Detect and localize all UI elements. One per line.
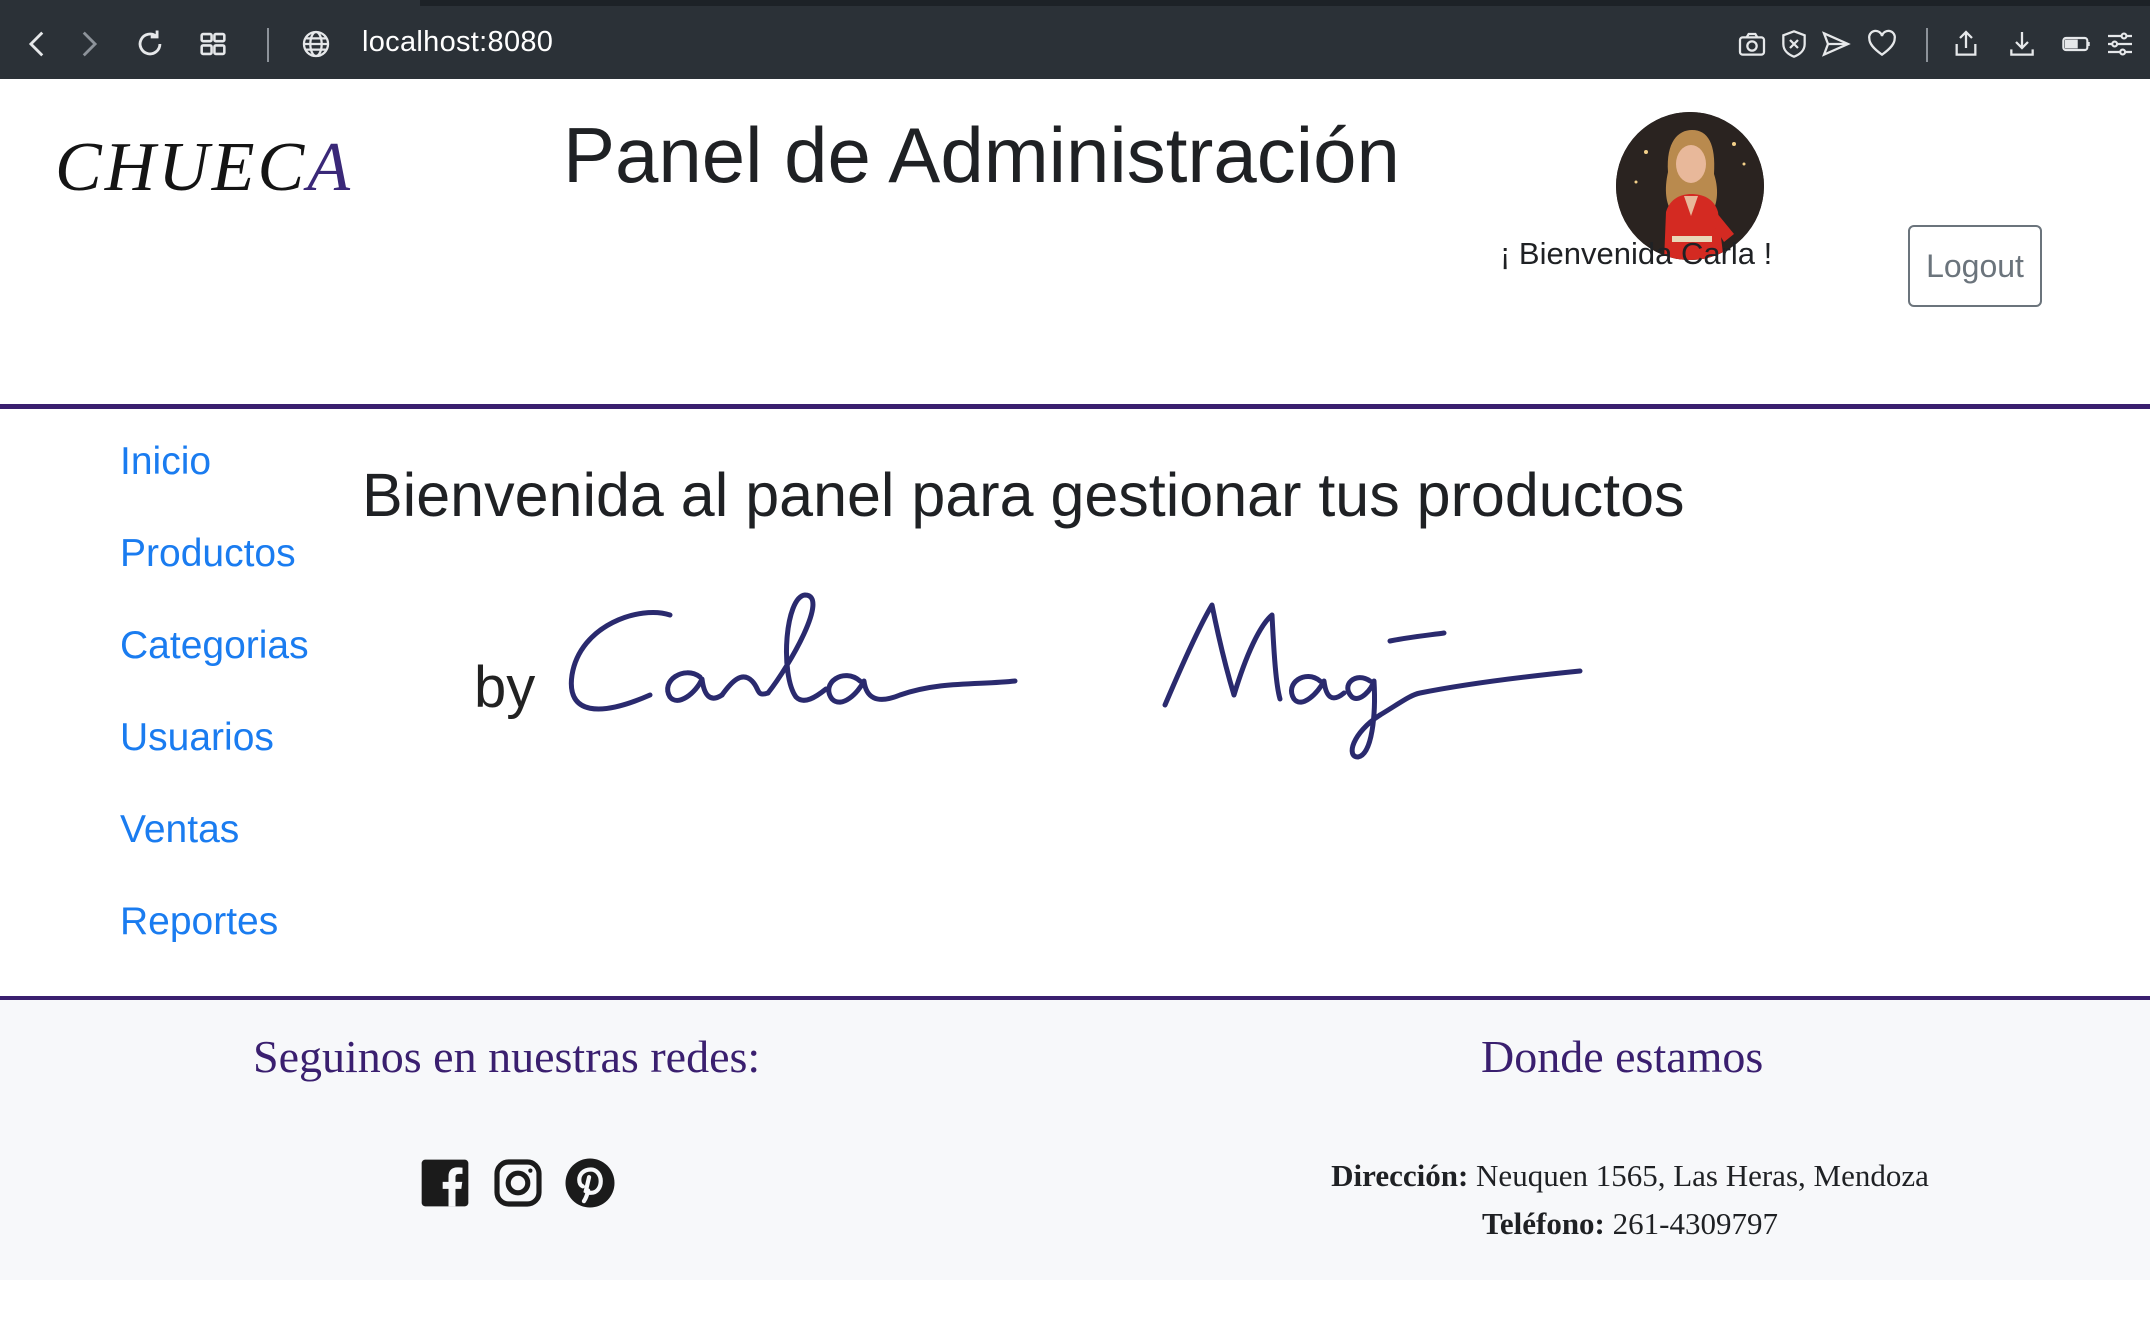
camera-icon[interactable] [1732,24,1772,64]
phone-label: Teléfono: [1482,1206,1605,1241]
address-bar[interactable]: localhost:8080 [362,26,553,59]
sidebar-item-productos[interactable]: Productos [120,532,309,624]
address-label: Dirección: [1331,1158,1469,1193]
signature-image [568,592,1583,760]
logout-button[interactable]: Logout [1908,225,2042,307]
brand-logo[interactable]: CHUECA [55,128,353,208]
pinterest-icon[interactable] [562,1155,618,1211]
battery-icon[interactable] [2056,24,2096,64]
page-title: Panel de Administración [563,111,1400,199]
facebook-icon[interactable] [417,1155,473,1211]
sidebar-item-inicio[interactable]: Inicio [120,440,309,532]
menu-icon[interactable] [2100,24,2140,64]
browser-toolbar: localhost:8080 [0,0,2150,79]
logo-text: CHUEC [55,129,308,206]
send-icon[interactable] [1816,24,1856,64]
download-icon[interactable] [2002,24,2042,64]
share-icon[interactable] [1946,24,1986,64]
tabs-grid-icon[interactable] [193,24,233,64]
shield-icon[interactable] [1774,24,1814,64]
address-line: Dirección: Neuquen 1565, Las Heras, Mend… [1320,1158,1940,1194]
instagram-icon[interactable] [490,1155,546,1211]
back-icon[interactable] [18,24,58,64]
globe-icon [296,24,336,64]
welcome-message: ¡ Bienvenida Carla ! [1500,236,1773,271]
tab-strip-edge [420,0,2150,6]
toolbar-divider [1926,28,1928,62]
sidebar-item-reportes[interactable]: Reportes [120,900,309,992]
sidebar-item-usuarios[interactable]: Usuarios [120,716,309,808]
sidebar-item-categorias[interactable]: Categorias [120,624,309,716]
header-divider [0,404,2150,409]
logo-accent-letter: A [307,129,354,206]
phone-value: 261-4309797 [1612,1206,1778,1241]
social-heading: Seguinos en nuestras redes: [253,1031,761,1082]
reload-icon[interactable] [130,24,170,64]
address-value: Neuquen 1565, Las Heras, Mendoza [1476,1158,1929,1193]
forward-icon[interactable] [68,24,108,64]
phone-line: Teléfono: 261-4309797 [1320,1206,1940,1242]
toolbar-divider [267,28,269,62]
main-heading: Bienvenida al panel para gestionar tus p… [362,461,1685,529]
location-heading: Donde estamos [1481,1031,1764,1082]
sidebar-nav: Inicio Productos Categorias Usuarios Ven… [120,440,309,992]
heart-icon[interactable] [1862,24,1902,64]
sidebar-item-ventas[interactable]: Ventas [120,808,309,900]
